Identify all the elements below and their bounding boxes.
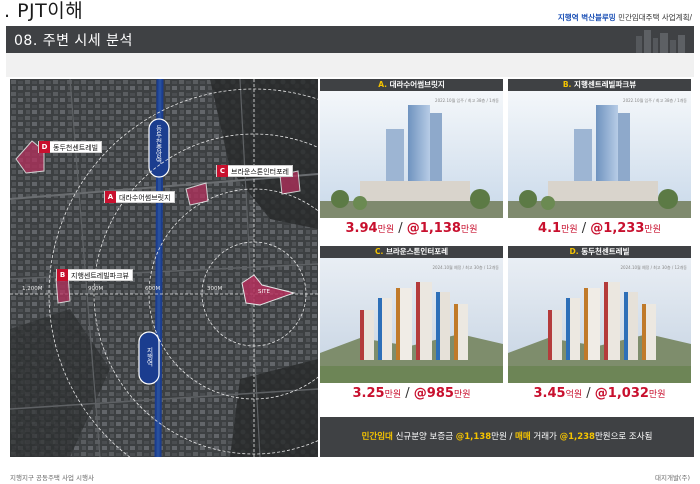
footer-right: 대지개발(주): [655, 474, 690, 482]
map-label-d-text: 동두천센트레빌: [53, 144, 99, 152]
summary-part-5: 매매: [515, 432, 531, 442]
card-d-unit-main: 억원: [565, 390, 583, 400]
card-a-price: 3.94만원 / @1,138만원: [320, 218, 503, 240]
station-label-upper: 동두천중앙역: [154, 125, 162, 164]
map-tag-b: B: [57, 269, 68, 281]
summary-banner: 민간임대 신규분양 보증금 @1,138만원 / 매매 거래가 @1,238만원…: [320, 417, 694, 457]
summary-part-6: 거래가: [530, 432, 560, 442]
map-label-a: A 대라수어썸브릿지: [104, 191, 175, 203]
card-a-price-unit: @1,138: [406, 221, 461, 236]
card-b: B. 지행센트레빌파크뷰 2022.10월 입주 / 최고 38층 / 1개동 …: [508, 79, 691, 240]
ring-label-600: 600M: [145, 286, 161, 292]
skyline-icon: [636, 30, 685, 53]
card-b-unit-main: 만원: [561, 225, 578, 235]
summary-part-4: 만원 /: [491, 432, 516, 442]
site-label: SITE: [258, 289, 270, 295]
project-name: 지행역 벽산블루밍 민간임대주택 사업계획/: [558, 12, 692, 23]
card-c-unit-main: 만원: [384, 390, 402, 400]
card-c-sep: /: [401, 386, 414, 401]
card-d-unit-unit: 만원: [648, 390, 666, 400]
map-label-b-text: 지행센트레빌파크뷰: [71, 272, 129, 280]
card-d-caption: 2024.10월 예정 / 최고 30층 / 12개동: [620, 265, 688, 270]
card-b-header: B. 지행센트레빌파크뷰: [508, 79, 691, 91]
page: . PJT이해 지행역 벽산블루밍 민간임대주택 사업계획/ 08. 주변 시세…: [0, 0, 700, 484]
ring-label-1200: 1,200M: [22, 286, 43, 292]
card-c-price-unit: @985: [413, 386, 454, 401]
card-b-name: 지행센트레빌파크뷰: [574, 80, 637, 89]
ring-label-900: 900M: [88, 286, 104, 292]
card-d-photo: 2024.10월 예정 / 최고 30층 / 12개동: [508, 258, 691, 383]
card-c-letter: C.: [374, 247, 384, 256]
card-a-unit-unit: 만원: [460, 225, 478, 235]
card-c-unit-unit: 만원: [453, 390, 471, 400]
card-b-sep: /: [577, 221, 591, 236]
card-a-price-main: 3.94: [345, 221, 378, 236]
map-tag-c: C: [217, 165, 228, 177]
card-b-photo: 2022.10월 입주 / 최고 38층 / 1개동: [508, 91, 691, 218]
card-b-caption: 2022.10월 입주 / 최고 38층 / 1개동: [623, 98, 687, 103]
card-d-name: 동두천센트레빌: [581, 247, 630, 256]
spacer-strip: [6, 53, 694, 77]
card-c-photo: 2024.10월 예정 / 최고 30층 / 12개동: [320, 258, 503, 383]
card-a-name: 대라수어썸브릿지: [389, 80, 445, 89]
map-label-c-text: 브라운스톤인터포레: [231, 168, 289, 176]
station-label-lower: 지행역: [145, 347, 153, 367]
section-header: 08. 주변 시세 분석: [6, 26, 694, 53]
map-label-a-text: 대라수어썸브릿지: [119, 194, 171, 202]
page-title: . PJT이해: [4, 0, 84, 22]
card-d-price-main: 3.45: [533, 386, 566, 401]
card-d-sep: /: [582, 386, 595, 401]
map-label-d: D 동두천센트레빌: [38, 141, 103, 153]
ring-label-300: 300M: [207, 286, 223, 292]
summary-part-2: 신규분양 보증금: [392, 432, 456, 442]
map-tag-a: A: [105, 191, 116, 203]
card-a-header: A. 대라수어썸브릿지: [320, 79, 503, 91]
card-c-caption: 2024.10월 예정 / 최고 30층 / 12개동: [432, 265, 500, 270]
card-c-header: C. 브라운스톤인터포레: [320, 246, 503, 258]
card-c-price: 3.25만원 / @985만원: [320, 383, 503, 405]
map-tag-d: D: [39, 141, 50, 153]
card-b-price-main: 4.1: [538, 221, 562, 236]
card-b-price: 4.1만원 / @1,233만원: [508, 218, 691, 240]
card-d-letter: D.: [569, 247, 579, 256]
card-d-header: D. 동두천센트레빌: [508, 246, 691, 258]
card-c-price-main: 3.25: [352, 386, 385, 401]
card-a-letter: A.: [378, 80, 387, 89]
card-a: A. 대라수어썸브릿지 2022.10월 입주 / 최고 38층 / 1개동 3…: [320, 79, 503, 240]
footer-left: 지행지구 공동주택 사업 시행사: [10, 474, 94, 482]
card-a-unit-main: 만원: [377, 225, 395, 235]
project-rest: 민간임대주택 사업계획/: [615, 13, 692, 22]
card-d-price-unit: @1,032: [594, 386, 649, 401]
summary-part-1: 민간임대: [361, 432, 393, 442]
aerial-map: D 동두천센트레빌 C 브라운스톤인터포레 A 대라수어썸브릿지 B 지행센트레빌파크뷰…: [10, 79, 318, 457]
card-a-sep: /: [394, 221, 407, 236]
card-c: C. 브라운스톤인터포레 2024.10월 예정 / 최고 30층 / 12개동…: [320, 246, 503, 405]
card-a-photo: 2022.10월 입주 / 최고 38층 / 1개동: [320, 91, 503, 218]
section-title: 08. 주변 시세 분석: [14, 33, 133, 49]
project-highlight: 지행역 벽산블루밍: [557, 13, 616, 22]
summary-part-7: @1,238: [559, 432, 595, 442]
card-a-caption: 2022.10월 입주 / 최고 38층 / 1개동: [435, 98, 499, 103]
summary-part-8: 만원으로 조사됨: [594, 432, 653, 442]
card-b-letter: B.: [562, 80, 572, 89]
card-b-price-unit: @1,233: [590, 221, 645, 236]
summary-part-3: @1,138: [455, 432, 492, 442]
card-d-price: 3.45억원 / @1,032만원: [508, 383, 691, 405]
card-c-name: 브라운스톤인터포레: [385, 247, 449, 256]
map-label-c: C 브라운스톤인터포레: [216, 165, 293, 177]
card-b-unit-unit: 만원: [644, 225, 661, 235]
map-label-b: B 지행센트레빌파크뷰: [56, 269, 133, 281]
map-drawing: [10, 79, 318, 457]
card-d: D. 동두천센트레빌 2024.10월 예정 / 최고 30층 / 12개동 3…: [508, 246, 691, 405]
